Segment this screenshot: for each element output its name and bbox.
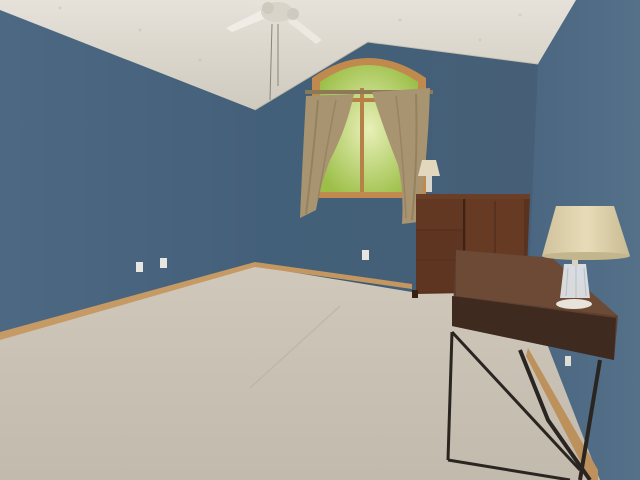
outlet-right	[565, 356, 571, 366]
outlet-left-2	[160, 258, 167, 268]
bedroom-photo	[0, 0, 640, 480]
bedroom-illustration	[0, 0, 640, 480]
outlet-left-1	[136, 262, 143, 272]
outlet-back	[362, 250, 369, 260]
